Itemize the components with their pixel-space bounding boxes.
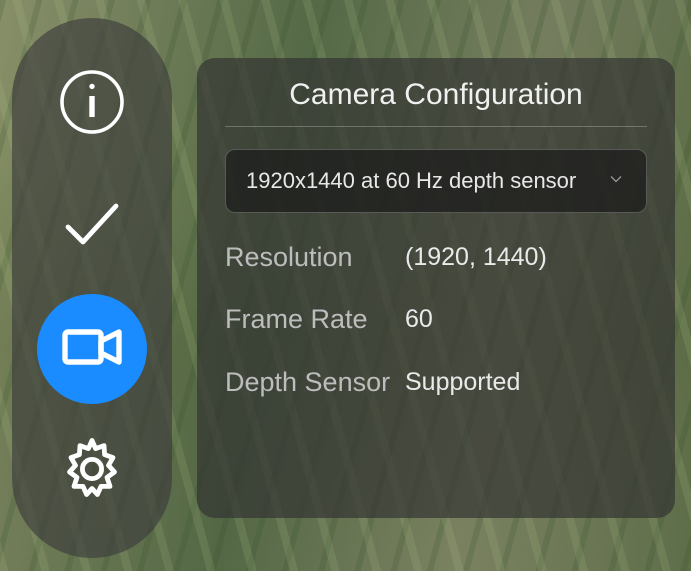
sidebar-item-info[interactable] [37,49,147,159]
framerate-label: Frame Rate [225,303,405,335]
camera-config-panel: Camera Configuration 1920x1440 at 60 Hz … [197,58,675,518]
sidebar-item-check[interactable] [37,172,147,282]
info-icon [56,66,128,143]
depthsensor-label: Depth Sensor [225,366,405,398]
panel-title: Camera Configuration [225,78,647,127]
row-framerate: Frame Rate 60 [225,303,647,335]
chevron-down-icon [606,169,626,194]
camera-icon [56,311,128,388]
framerate-value: 60 [405,303,433,335]
check-icon [56,188,128,265]
resolution-value: (1920, 1440) [405,241,547,273]
row-depthsensor: Depth Sensor Supported [225,366,647,398]
sidebar-item-settings[interactable] [37,417,147,527]
sidebar-item-camera[interactable] [37,294,147,404]
row-resolution: Resolution (1920, 1440) [225,241,647,273]
sidebar [12,18,172,558]
resolution-label: Resolution [225,241,405,273]
gear-icon [56,433,128,510]
dropdown-selected-label: 1920x1440 at 60 Hz depth sensor [246,168,576,194]
depthsensor-value: Supported [405,366,520,398]
camera-config-dropdown[interactable]: 1920x1440 at 60 Hz depth sensor [225,149,647,213]
